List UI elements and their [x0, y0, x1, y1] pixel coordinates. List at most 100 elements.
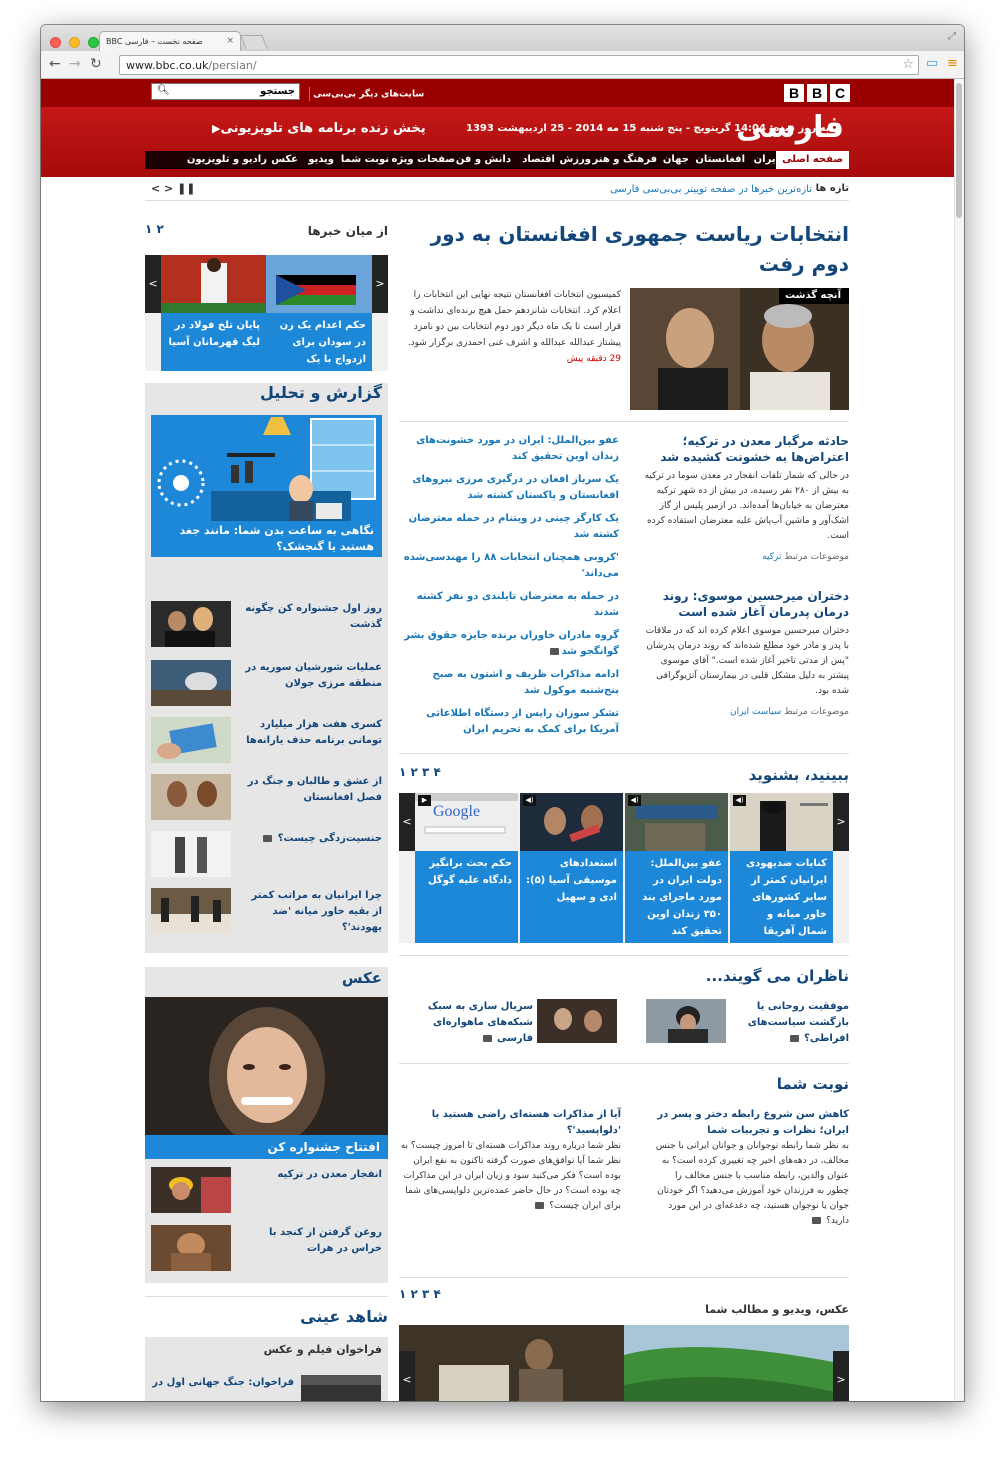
- news-caption: پایان تلخ فولاد در لیگ قهرمانان آسیا: [161, 313, 266, 371]
- menu-icon[interactable]: ≡: [947, 56, 958, 71]
- nav-item-iran[interactable]: ایران: [754, 154, 779, 165]
- analysis-feature-caption[interactable]: نگاهی به ساعت بدن شما: مانند جغد هستید ی…: [151, 521, 382, 557]
- cast-icon[interactable]: ▭: [926, 56, 938, 71]
- related-link[interactable]: سیاست ایران: [730, 707, 781, 717]
- tab-close-icon[interactable]: ×: [226, 36, 234, 46]
- nav-item-culture[interactable]: فرهنگ و هنر: [593, 154, 657, 165]
- analysis-item[interactable]: چرا ایرانیان به مراتب کمتر از بقیه خاور …: [151, 888, 382, 938]
- watch-item[interactable]: ◀) عفو بین‌الملل: دولت ایران در مورد ماج…: [625, 793, 728, 943]
- browser-tab[interactable]: BBC صفحه نخست – فارسی ×: [99, 31, 241, 51]
- headline-link[interactable]: گروه مادران خاوران برنده جایزه حقوق بشر …: [399, 628, 619, 660]
- watch-section-title[interactable]: ببینید، بشنوید: [749, 766, 849, 784]
- fullscreen-icon[interactable]: ⤢: [948, 31, 956, 42]
- lead-image[interactable]: آنچه گذشت: [630, 288, 849, 410]
- gallery-next-icon[interactable]: >: [833, 1351, 849, 1401]
- nav-item-photo[interactable]: عکس: [271, 154, 298, 165]
- lead-tag: آنچه گذشت: [779, 288, 849, 304]
- observers-title[interactable]: ناظران می گویند...: [706, 967, 849, 985]
- gallery-pager[interactable]: ۱ ۲ ۳ ۴: [399, 1287, 441, 1301]
- news-section-title[interactable]: از میان خبرها: [308, 224, 388, 238]
- close-window-button[interactable]: [50, 37, 61, 48]
- back-icon[interactable]: ←: [49, 56, 61, 72]
- analysis-item[interactable]: کسری هفت هزار میلیارد تومانی برنامه حذف …: [151, 717, 382, 767]
- nav-item-video[interactable]: ویدیو: [308, 154, 334, 165]
- ticker-link[interactable]: تازه‌ترین خبرها در صفحه توییتر بی‌بی‌سی …: [610, 184, 812, 195]
- analysis-title[interactable]: گزارش و تحلیل: [260, 383, 382, 402]
- photo-title[interactable]: عکس: [342, 969, 382, 987]
- lead-headline[interactable]: انتخابات ریاست جمهوری افغانستان به دور د…: [399, 219, 849, 279]
- nav-item-radio-tv[interactable]: رادیو و تلویزیون: [187, 154, 267, 165]
- news-item[interactable]: پایان تلخ فولاد در لیگ قهرمانان آسیا: [161, 255, 266, 371]
- observer-card[interactable]: موفقیت روحانی یا بازگشت سیاست‌های افراطی…: [646, 999, 849, 1047]
- analysis-thumb: [151, 601, 231, 647]
- headline-link[interactable]: در حمله به معترضان تایلندی دو نفر کشته ش…: [399, 589, 619, 621]
- watch-item[interactable]: ◀) استعداد‌های موسیقی آسیا (۵): ادی و سه…: [520, 793, 623, 943]
- scrollbar[interactable]: [954, 79, 964, 1401]
- analysis-thumb: [151, 717, 231, 763]
- nav-item-your-turn[interactable]: نوبت شما: [341, 154, 389, 165]
- headline-link[interactable]: یک کارگر چینی در ویتنام در حمله معترضان …: [399, 511, 619, 543]
- photo-feature-caption[interactable]: افتتاح جشنواره کن: [145, 1135, 388, 1159]
- headline-link[interactable]: 'کروبی همچنان انتخابات ۸۸ را مهندسی‌شده …: [399, 550, 619, 582]
- nav-item-special[interactable]: صفحات ویژه: [392, 154, 455, 165]
- story-1: حادثه مرگبار معدن در ترکیه؛ اعتراض‌ها به…: [644, 433, 849, 562]
- headline-link[interactable]: یک سرباز افغان در درگیری مرزی نیروهای اف…: [399, 472, 619, 504]
- news-prev-icon[interactable]: <: [145, 255, 161, 313]
- headline-link[interactable]: عفو بین‌الملل: ایران در مورد خشونت‌های ز…: [399, 433, 619, 465]
- analysis-item[interactable]: جنسیت‌زدگی چیست؟: [151, 831, 382, 881]
- watch-item[interactable]: ◀) کنایات ضدیهودی ایرانیان کمتر از سایر …: [730, 793, 833, 943]
- nav-item-home[interactable]: صفحه اصلی: [776, 151, 849, 169]
- ticker-controls[interactable]: < > ❚❚: [151, 182, 196, 195]
- related-link[interactable]: ترکیه: [762, 552, 781, 562]
- news-item[interactable]: حکم اعدام یک زن در سودان برای ازدواج با …: [266, 255, 372, 382]
- search-input[interactable]: 🔍︎ جستجو: [151, 83, 300, 100]
- other-sites-link[interactable]: سایت‌های دیگر بی‌بی‌سی: [309, 87, 424, 101]
- nav-item-science[interactable]: دانش و فن: [456, 154, 511, 165]
- story-2-title[interactable]: دختران میرحسین موسوی: روند درمان پدرمان …: [644, 588, 849, 620]
- photo-feature-image[interactable]: [145, 997, 388, 1135]
- watch-item[interactable]: Google ▶ حکم بحث برانگیز دادگاه علیه گوگ…: [415, 793, 518, 943]
- news-next-icon[interactable]: >: [372, 255, 388, 313]
- bbc-logo[interactable]: BBC: [781, 83, 850, 102]
- witness-item[interactable]: فراخوان: جنگ جهانی اول در: [152, 1377, 294, 1388]
- your-turn-item-title[interactable]: کاهش سن شروع رابطه دختر و پسر در ایران؛ …: [654, 1107, 849, 1139]
- watch-pager[interactable]: ۱ ۲ ۳ ۴: [399, 765, 441, 779]
- carousel-prev-icon[interactable]: <: [399, 793, 415, 851]
- reload-icon[interactable]: ↻: [90, 56, 102, 72]
- photo-item[interactable]: روغن گرفتن از کنجد با خراس در هرات: [151, 1225, 382, 1275]
- nav-item-world[interactable]: جهان: [663, 154, 689, 165]
- new-tab-button[interactable]: [240, 35, 268, 49]
- analysis-item[interactable]: عملیات شورشیان سوریه در منطقه مرزی جولان: [151, 660, 382, 710]
- address-bar[interactable]: www.bbc.co.uk/persian/ ☆: [119, 55, 919, 75]
- headline-link[interactable]: ادامه مذاکرات ظریف و اشتون به صبح پنج‌شن…: [399, 667, 619, 699]
- minimize-window-button[interactable]: [69, 37, 81, 48]
- forward-icon[interactable]: →: [69, 56, 81, 72]
- search-label: جستجو: [260, 86, 295, 97]
- carousel-next-icon[interactable]: >: [833, 793, 849, 851]
- your-turn-item-title[interactable]: آیا از مذاکرات هسته‌ای راضی هستید یا 'دل…: [399, 1107, 621, 1139]
- nav-item-economy[interactable]: اقتصاد: [522, 154, 555, 165]
- gallery-prev-icon[interactable]: <: [399, 1351, 415, 1401]
- photo-item-title: انفجار معدن در ترکیه: [277, 1169, 382, 1180]
- gallery-title[interactable]: عکس، ویدیو و مطالب شما: [705, 1303, 849, 1316]
- divider: [399, 421, 849, 422]
- your-turn-title[interactable]: نوبت شما: [777, 1075, 849, 1093]
- nav-item-sport[interactable]: ورزش: [559, 154, 591, 165]
- observer-title: سریال سازی به سبک شبکه‌های ماهواره‌ای فا…: [427, 1001, 533, 1044]
- scrollbar-thumb[interactable]: [956, 83, 962, 218]
- story-1-title[interactable]: حادثه مرگبار معدن در ترکیه؛ اعتراض‌ها به…: [644, 433, 849, 465]
- photo-item[interactable]: انفجار معدن در ترکیه: [151, 1167, 382, 1217]
- witness-title[interactable]: شاهد عینی: [300, 1307, 388, 1326]
- analysis-item[interactable]: روز اول جشنواره کن چگونه گذشت: [151, 601, 382, 651]
- your-turn-item: آیا از مذاکرات هسته‌ای راضی هستید یا 'دل…: [399, 1107, 621, 1214]
- nav-item-afghanistan[interactable]: افغانستان: [695, 154, 745, 165]
- analysis-item[interactable]: از عشق و طالبان و جنگ در فصل افغانستان: [151, 774, 382, 824]
- witness-subtitle[interactable]: فراخوان فیلم و عکس: [264, 1343, 382, 1356]
- news-pager[interactable]: ۱ ۲: [145, 222, 164, 236]
- live-tv-link[interactable]: پخش زنده برنامه های تلویزیونی▶: [206, 121, 426, 136]
- bookmark-star-icon[interactable]: ☆: [902, 57, 914, 72]
- search-icon[interactable]: 🔍︎: [157, 85, 170, 96]
- observer-card[interactable]: سریال سازی به سبک شبکه‌های ماهواره‌ای فا…: [399, 999, 619, 1047]
- headline-link[interactable]: تشکر سوزان رایس از دستگاه اطلاعاتی آمریک…: [399, 706, 619, 738]
- maximize-window-button[interactable]: [88, 37, 100, 48]
